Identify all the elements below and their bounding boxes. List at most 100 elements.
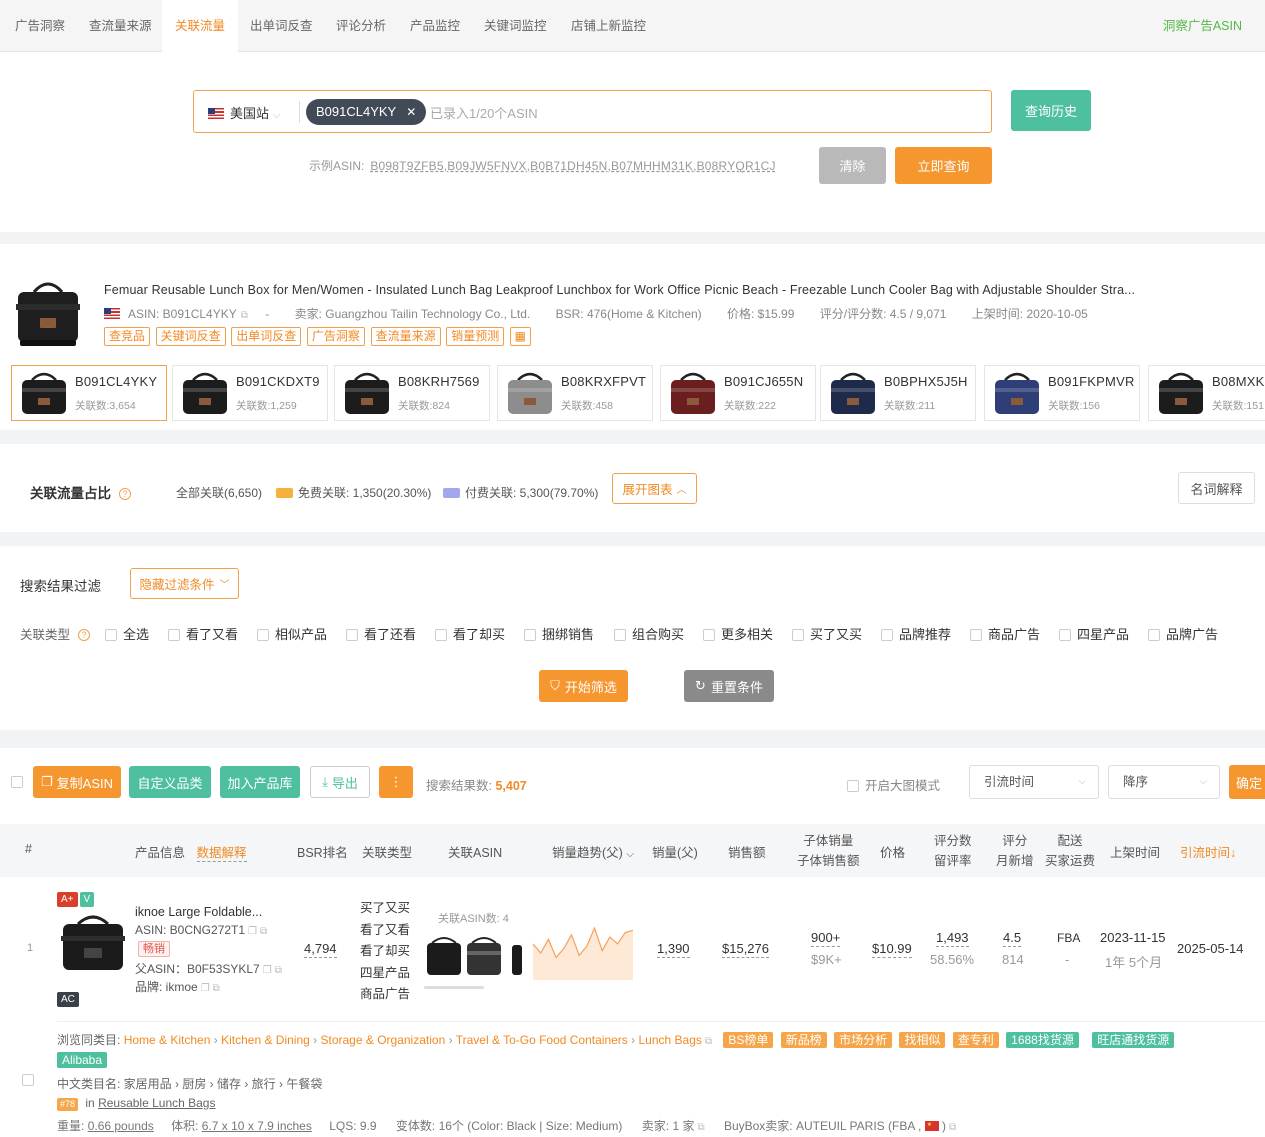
relation-type-option[interactable]: 捆绑销售 — [524, 624, 594, 643]
relation-type-checkbox[interactable] — [792, 629, 804, 641]
help-icon[interactable]: ? — [119, 488, 131, 500]
start-filter-button[interactable]: ⛉ 开始筛选 — [539, 670, 628, 702]
relation-type-checkbox[interactable] — [346, 629, 358, 641]
row-product-name[interactable]: iknoe Large Foldable... — [135, 905, 262, 919]
more-button[interactable]: ⋮ — [379, 766, 413, 798]
external-link-icon[interactable]: ⧉ — [213, 983, 220, 994]
new-list-button[interactable]: 新品榜 — [780, 1032, 827, 1048]
relation-type-option[interactable]: 买了又买 — [792, 624, 862, 643]
asin-search-box[interactable]: 美国站 ⌵ B091CL4YKY ✕ 已录入1/20个ASIN — [193, 90, 992, 133]
relation-type-option[interactable]: 品牌广告 — [1148, 624, 1218, 643]
custom-category-button[interactable]: 自定义品类 — [129, 766, 211, 798]
market-analysis-button[interactable]: 市场分析 — [834, 1032, 893, 1048]
col-listed-date[interactable]: 上架时间 — [1110, 842, 1160, 861]
wdt-source-button[interactable]: 旺店通找货源 — [1092, 1032, 1175, 1048]
relation-type-checkbox[interactable] — [1059, 629, 1071, 641]
row-product-image[interactable] — [58, 910, 128, 978]
variant-card[interactable]: B091CJ655N 关联数:222 — [660, 365, 816, 421]
tab-ad-insight[interactable]: 广告洞察 — [15, 0, 65, 52]
related-asin-thumbs[interactable] — [424, 933, 524, 989]
external-link-icon[interactable]: ⧉ — [241, 310, 248, 321]
tab-product-monitor[interactable]: 产品监控 — [410, 0, 460, 52]
site-selector[interactable]: 美国站 ⌵ — [208, 103, 280, 122]
crumb-home-kitchen[interactable]: Home & Kitchen — [124, 1033, 211, 1047]
ad-insight-link[interactable]: 广告洞察 — [306, 327, 365, 346]
free-related-legend[interactable]: 免费关联: 1,350(20.30%) — [276, 484, 431, 501]
col-traffic-time[interactable]: 引流时间↓ — [1180, 842, 1236, 861]
variant-card[interactable]: B091FKPMVR 关联数:156 — [984, 365, 1140, 421]
variant-card[interactable]: B08KRH7569 关联数:824 — [334, 365, 490, 421]
select-all-checkbox[interactable] — [11, 776, 23, 788]
col-child-sales[interactable]: 子体销量 子体销售额 — [797, 831, 860, 871]
relation-type-checkbox[interactable] — [435, 629, 447, 641]
col-sales-trend[interactable]: 销量趋势(父) ⌵ — [552, 842, 634, 861]
col-revenue[interactable]: 销售额 — [728, 842, 766, 861]
col-sales[interactable]: 销量(父) — [652, 842, 698, 861]
variant-card[interactable]: B08MXK 关联数:151 — [1148, 365, 1265, 421]
variant-card[interactable]: B091CL4YKY 关联数:3,654 — [11, 365, 167, 421]
external-link-icon[interactable]: ⧉ — [705, 1036, 712, 1047]
traffic-source-link[interactable]: 查流量来源 — [370, 327, 441, 346]
bs-list-button[interactable]: BS榜单 — [723, 1032, 774, 1048]
relation-type-checkbox[interactable] — [703, 629, 715, 641]
variant-card[interactable]: B091CKDXT9 关联数:1,259 — [172, 365, 328, 421]
query-button[interactable]: 立即查询 — [895, 147, 992, 184]
copy-icon[interactable]: ❐ — [201, 983, 210, 994]
find-similar-button[interactable]: 找相似 — [899, 1032, 946, 1048]
reset-filter-button[interactable]: ↻ 重置条件 — [684, 670, 774, 702]
add-to-library-button[interactable]: 加入产品库 — [220, 766, 300, 798]
big-image-checkbox[interactable] — [847, 780, 859, 792]
sales-forecast-link[interactable]: 销量预测 — [446, 327, 505, 346]
relation-type-option[interactable]: 更多相关 — [703, 624, 773, 643]
external-link-icon[interactable]: ⧉ — [697, 1122, 704, 1133]
crumb-kitchen-dining[interactable]: Kitchen & Dining — [221, 1033, 310, 1047]
col-reviews[interactable]: 评分数 留评率 — [934, 831, 972, 871]
order-keyword-link[interactable]: 出单词反查 — [231, 327, 302, 346]
glossary-button[interactable]: 名词解释 — [1178, 472, 1255, 504]
relation-type-option[interactable]: 组合购买 — [614, 624, 684, 643]
tab-store-monitor[interactable]: 店铺上新监控 — [571, 0, 646, 52]
confirm-button[interactable]: 确定 — [1229, 765, 1265, 799]
relation-type-checkbox[interactable] — [168, 629, 180, 641]
source-1688-button[interactable]: 1688找货源 — [1006, 1032, 1079, 1048]
relation-type-option[interactable]: 品牌推荐 — [881, 624, 951, 643]
keyword-reverse-link[interactable]: 关键词反查 — [155, 327, 226, 346]
calculator-icon[interactable]: ▦ — [509, 327, 531, 346]
ad-asin-link[interactable]: 洞察广告ASIN — [1163, 0, 1242, 52]
query-history-button[interactable]: 查询历史 — [1011, 90, 1091, 131]
relation-type-option[interactable]: 看了却买 — [435, 624, 505, 643]
col-price[interactable]: 价格 — [880, 842, 905, 861]
col-score[interactable]: 评分 月新增 — [996, 831, 1034, 871]
asin-input[interactable]: 已录入1/20个ASIN — [430, 103, 538, 122]
crumb-travel-containers[interactable]: Travel & To-Go Food Containers — [456, 1033, 628, 1047]
copy-asin-button[interactable]: ❐ 复制ASIN — [33, 766, 121, 798]
sort-order-select[interactable]: 降序 ⌵ — [1108, 765, 1220, 799]
expand-chart-button[interactable]: 展开图表 ︿ — [612, 473, 697, 504]
relation-type-option[interactable]: 看了还看 — [346, 624, 416, 643]
relation-type-checkbox[interactable] — [257, 629, 269, 641]
clear-button[interactable]: 清除 — [819, 147, 886, 184]
patent-button[interactable]: 查专利 — [952, 1032, 999, 1048]
col-bsr[interactable]: BSR排名 — [297, 842, 348, 861]
tab-related-traffic[interactable]: 关联流量 — [162, 0, 239, 52]
crumb-lunch-bags[interactable]: Lunch Bags — [638, 1033, 701, 1047]
thumb-scrollbar[interactable] — [424, 986, 484, 989]
external-link-icon[interactable]: ⧉ — [949, 1122, 956, 1133]
relation-type-checkbox[interactable] — [524, 629, 536, 641]
big-image-toggle[interactable]: 开启大图模式 — [847, 775, 940, 794]
relation-type-option[interactable]: 看了又看 — [168, 624, 238, 643]
relation-type-checkbox[interactable] — [614, 629, 626, 641]
hide-filter-button[interactable]: 隐藏过滤条件 ﹀ — [130, 568, 239, 599]
variant-card[interactable]: B0BPHX5J5H 关联数:211 — [820, 365, 976, 421]
example-asin-list[interactable]: B098T9ZFB5,B09JW5FNVX,B0B71DH45N,B07MHHM… — [370, 159, 775, 173]
copy-icon[interactable]: ❐ — [248, 926, 257, 937]
relation-type-checkbox[interactable] — [105, 629, 117, 641]
alibaba-button[interactable]: Alibaba — [57, 1052, 108, 1068]
tab-order-keywords[interactable]: 出单词反查 — [250, 0, 313, 52]
relation-type-checkbox[interactable] — [1148, 629, 1160, 641]
close-icon[interactable]: ✕ — [406, 105, 416, 119]
relation-type-option[interactable]: 商品广告 — [970, 624, 1040, 643]
tab-review-analysis[interactable]: 评论分析 — [336, 0, 386, 52]
relation-type-checkbox[interactable] — [881, 629, 893, 641]
relation-type-option[interactable]: 四星产品 — [1059, 624, 1129, 643]
